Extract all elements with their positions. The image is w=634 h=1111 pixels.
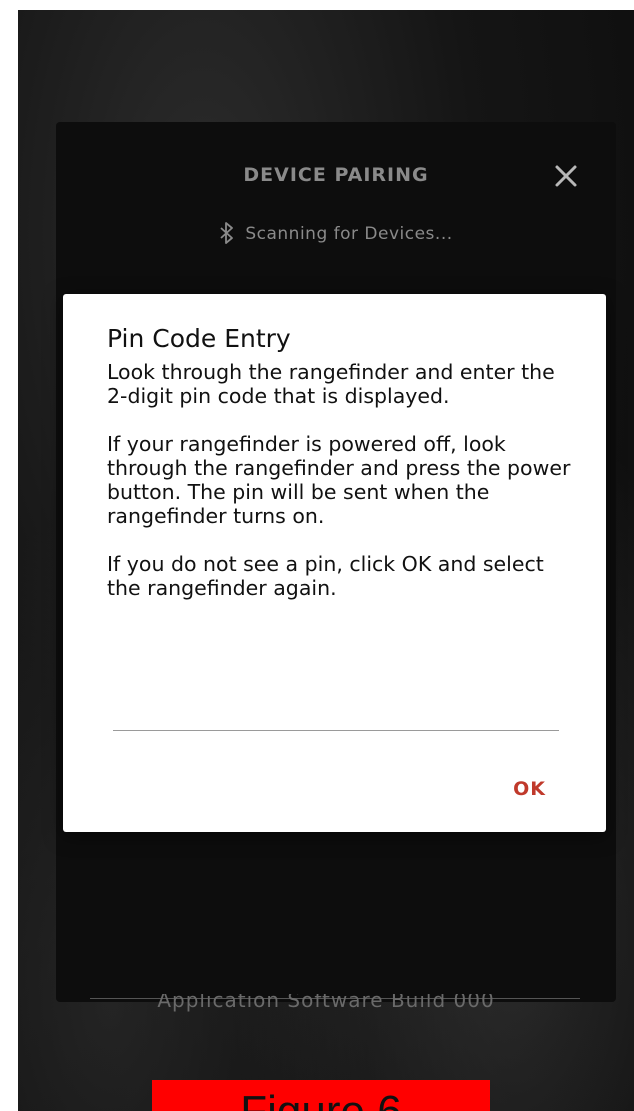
pin-code-input[interactable] xyxy=(113,706,559,731)
page: DEVICE PAIRING Scanning for Devices... A… xyxy=(0,0,634,1111)
dialog-paragraph: Look through the rangefinder and enter t… xyxy=(107,360,555,408)
pairing-title: DEVICE PAIRING xyxy=(243,164,429,186)
dialog-message: Look through the rangefinder and enter t… xyxy=(107,360,577,624)
figure-caption-text: Figure 6 xyxy=(152,1090,490,1111)
pin-code-dialog: Pin Code Entry Look through the rangefin… xyxy=(63,294,606,832)
close-icon[interactable] xyxy=(552,162,580,190)
scanning-status-text: Scanning for Devices... xyxy=(245,224,453,244)
scanning-status: Scanning for Devices... xyxy=(56,222,616,244)
figure-caption-label: Figure 6 xyxy=(152,1080,490,1111)
build-version-text: Application Software Build 000 xyxy=(157,994,495,1012)
dialog-paragraph: If your rangefinder is powered off, look… xyxy=(107,432,571,528)
bluetooth-icon xyxy=(219,222,235,244)
dialog-paragraph: If you do not see a pin, click OK and se… xyxy=(107,552,544,600)
dialog-title: Pin Code Entry xyxy=(107,324,291,353)
ok-button[interactable]: OK xyxy=(513,778,546,800)
